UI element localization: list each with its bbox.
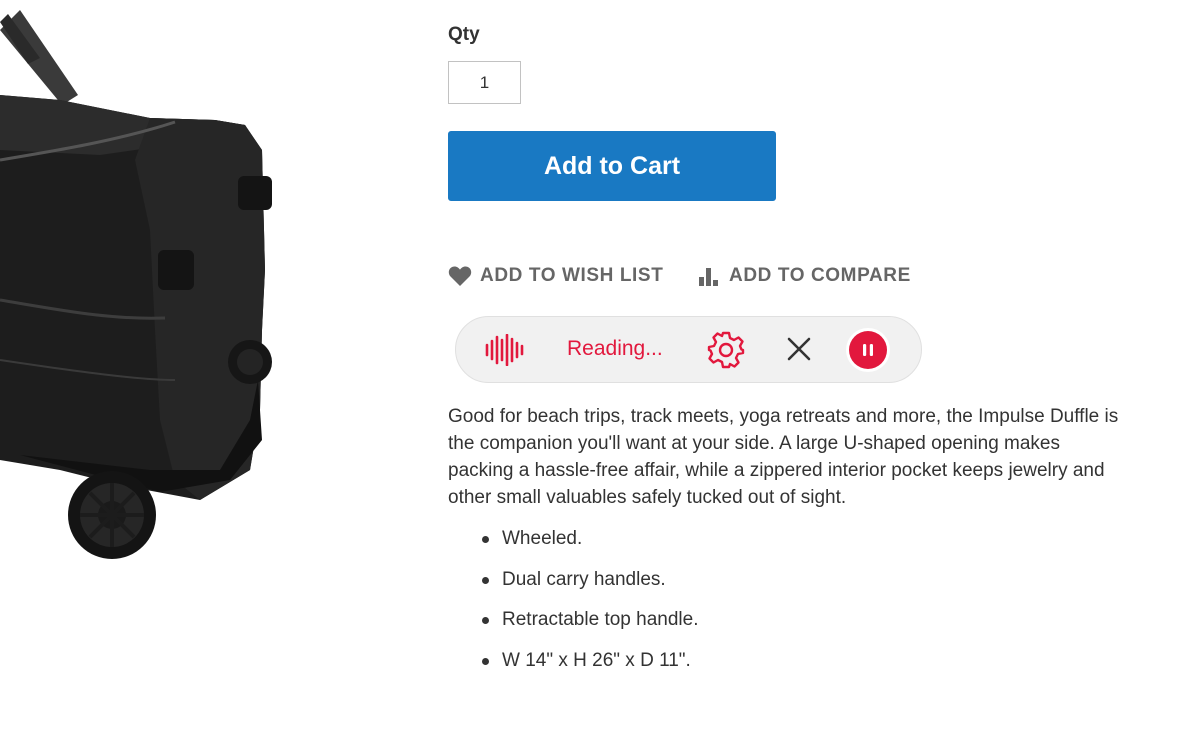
feature-item: Dual carry handles.: [481, 567, 698, 593]
bar-chart-icon: [699, 268, 718, 286]
qty-label: Qty: [448, 24, 480, 45]
feature-item: Wheeled.: [481, 526, 698, 552]
add-to-cart-button[interactable]: Add to Cart: [448, 131, 776, 201]
add-to-wishlist-link[interactable]: ADD TO WISH LIST: [448, 262, 663, 290]
pause-icon: [863, 344, 873, 356]
qty-input[interactable]: [448, 61, 521, 104]
reading-status: Reading...: [567, 337, 663, 360]
product-description: Good for beach trips, track meets, yoga …: [448, 406, 1119, 508]
text-to-speech-player: Reading...: [455, 316, 922, 383]
gear-icon[interactable]: [706, 330, 746, 370]
wishlist-label: ADD TO WISH LIST: [480, 265, 664, 286]
add-to-compare-link[interactable]: ADD TO COMPARE: [697, 262, 911, 290]
feature-item: W 14" x H 26" x D 11".: [481, 648, 698, 674]
compare-label: ADD TO COMPARE: [729, 265, 911, 286]
close-icon[interactable]: [786, 336, 812, 362]
soundwave-icon: [485, 334, 524, 366]
pause-button[interactable]: [846, 328, 890, 372]
heart-icon: [448, 266, 472, 286]
feature-item: Retractable top handle.: [481, 607, 698, 633]
product-image[interactable]: [0, 0, 300, 600]
feature-list: Wheeled. Dual carry handles. Retractable…: [481, 526, 698, 688]
